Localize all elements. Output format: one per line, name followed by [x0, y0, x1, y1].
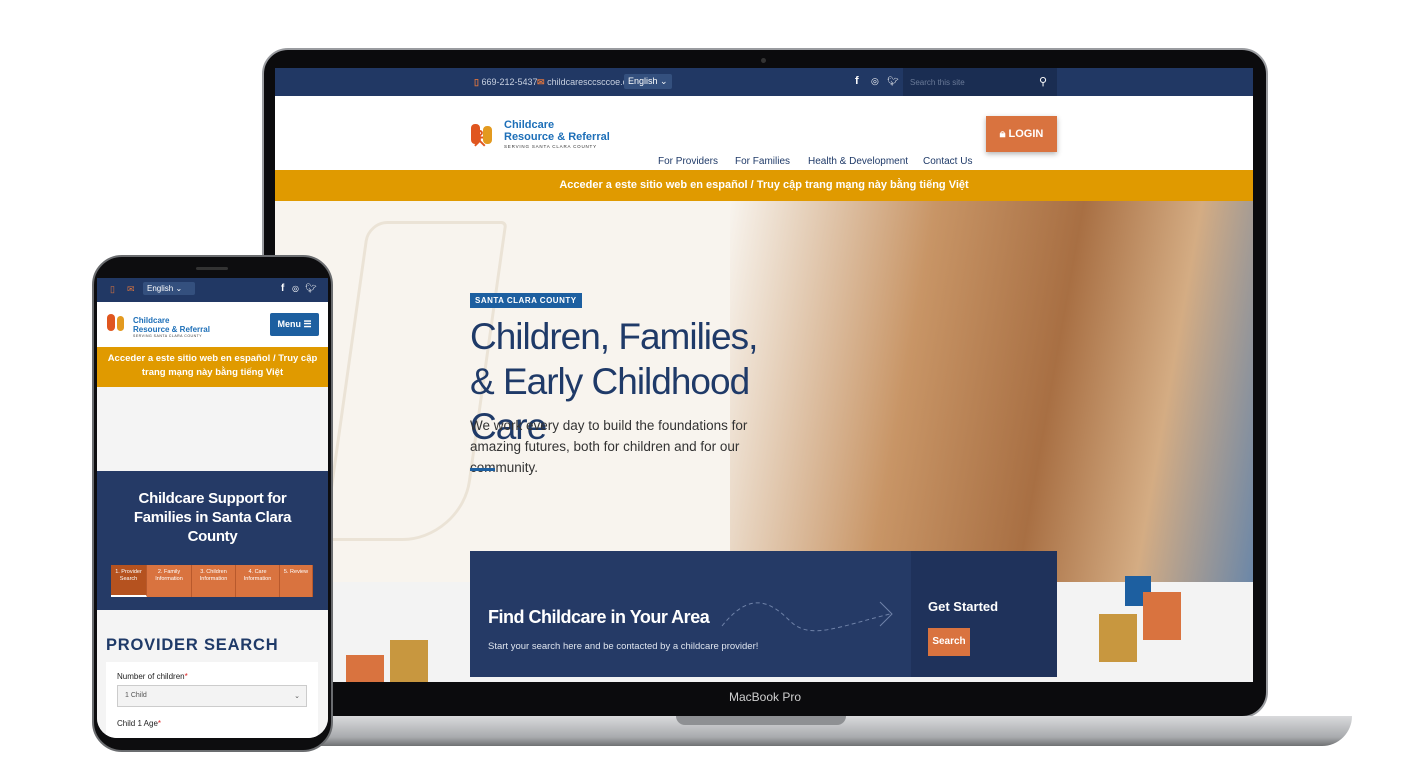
logo[interactable]: 🯅 Childcare Resource & Referral SERVING …: [471, 110, 611, 156]
nav-for-providers[interactable]: For Providers: [658, 156, 718, 167]
hamburger-icon: ☰: [303, 319, 312, 329]
laptop-notch: [676, 716, 846, 725]
nav-for-families[interactable]: For Families: [735, 156, 790, 167]
laptop-screen: ▯ 669-212-5437 ✉ childcaresccsccoe.org E…: [275, 68, 1253, 682]
login-button[interactable]: 🔒︎ LOGIN: [986, 116, 1057, 152]
chevron-down-icon: ⌄: [294, 693, 300, 700]
top-bar: ▯ 669-212-5437 ✉ childcaresccsccoe.org E…: [275, 68, 1253, 96]
mobile-language-banner[interactable]: Acceder a este sitio web en español / Tr…: [97, 347, 328, 387]
section-title: PROVIDER SEARCH: [106, 636, 279, 654]
mobile-hero: Childcare Support for Families in Santa …: [97, 471, 328, 610]
search-button[interactable]: Search: [928, 628, 970, 656]
hero-text: We work every day to build the foundatio…: [470, 418, 748, 475]
menu-button[interactable]: Menu ☰: [270, 313, 319, 336]
camera: [761, 58, 766, 63]
mail-icon[interactable]: ✉: [127, 284, 135, 295]
email-link[interactable]: ✉ childcaresccsccoe.org: [537, 77, 636, 88]
phone-link[interactable]: ▯ 669-212-5437: [474, 77, 538, 88]
logo-figures-icon: [107, 314, 115, 331]
step-tabs: 1. Provider Search 2. Family Information…: [111, 565, 313, 597]
step-tab-4[interactable]: 4. Care Information: [236, 565, 280, 597]
search-input[interactable]: Search this site: [903, 68, 1057, 96]
divider: [470, 468, 495, 471]
header: 🯅 Childcare Resource & Referral SERVING …: [275, 96, 1253, 170]
device-label: MacBook Pro: [728, 690, 802, 704]
facebook-icon[interactable]: f: [281, 283, 284, 294]
nav-health-development[interactable]: Health & Development: [808, 156, 908, 167]
phone-speaker: [196, 267, 228, 270]
location-badge: SANTA CLARA COUNTY: [470, 293, 582, 308]
find-title: Find Childcare in Your Area: [488, 607, 710, 627]
search-icon[interactable]: ⚲: [1039, 75, 1047, 88]
dashed-arrow-icon: [721, 601, 893, 632]
mobile-language-select[interactable]: English ⌄: [143, 282, 195, 295]
mobile-title: Childcare Support for Families in Santa …: [133, 490, 292, 545]
find-text: Start your search here and be contacted …: [488, 641, 759, 652]
number-of-children-select[interactable]: 1 Child ⌄: [117, 685, 307, 707]
hero-photo: [730, 201, 1253, 582]
step-tab-5[interactable]: 5. Review: [280, 565, 313, 597]
language-select[interactable]: English ⌄: [624, 74, 672, 89]
nav-contact-us[interactable]: Contact Us: [923, 156, 972, 167]
provider-search-section: PROVIDER SEARCH Number of children* 1 Ch…: [97, 610, 328, 738]
mobile-header: Childcare Resource & Referral SERVING SA…: [97, 302, 328, 347]
facebook-icon[interactable]: f: [855, 75, 859, 87]
search-form: Number of children* 1 Child ⌄ Child 1 Age…: [106, 662, 318, 738]
get-started-panel: Get Started Search: [911, 551, 1057, 677]
step-tab-1[interactable]: 1. Provider Search: [111, 565, 147, 597]
language-banner[interactable]: Acceder a este sitio web en español / Tr…: [275, 170, 1253, 201]
phone-screen: ▯ ✉ English ⌄ f ◎ 🐦︎ Childcare Resource …: [97, 278, 328, 738]
twitter-icon[interactable]: 🐦︎: [305, 283, 316, 294]
phone-icon[interactable]: ▯: [110, 284, 115, 295]
step-tab-3[interactable]: 3. Children Information: [192, 565, 236, 597]
lock-icon: 🔒︎: [999, 128, 1006, 140]
instagram-icon[interactable]: ◎: [871, 76, 879, 87]
twitter-icon[interactable]: 🐦︎: [887, 76, 898, 87]
mobile-top-bar: ▯ ✉ English ⌄ f ◎ 🐦︎: [97, 278, 328, 302]
instagram-icon[interactable]: ◎: [292, 284, 299, 293]
mail-icon: ✉: [537, 77, 545, 87]
phone-icon: ▯: [474, 77, 479, 87]
step-tab-2[interactable]: 2. Family Information: [147, 565, 192, 597]
